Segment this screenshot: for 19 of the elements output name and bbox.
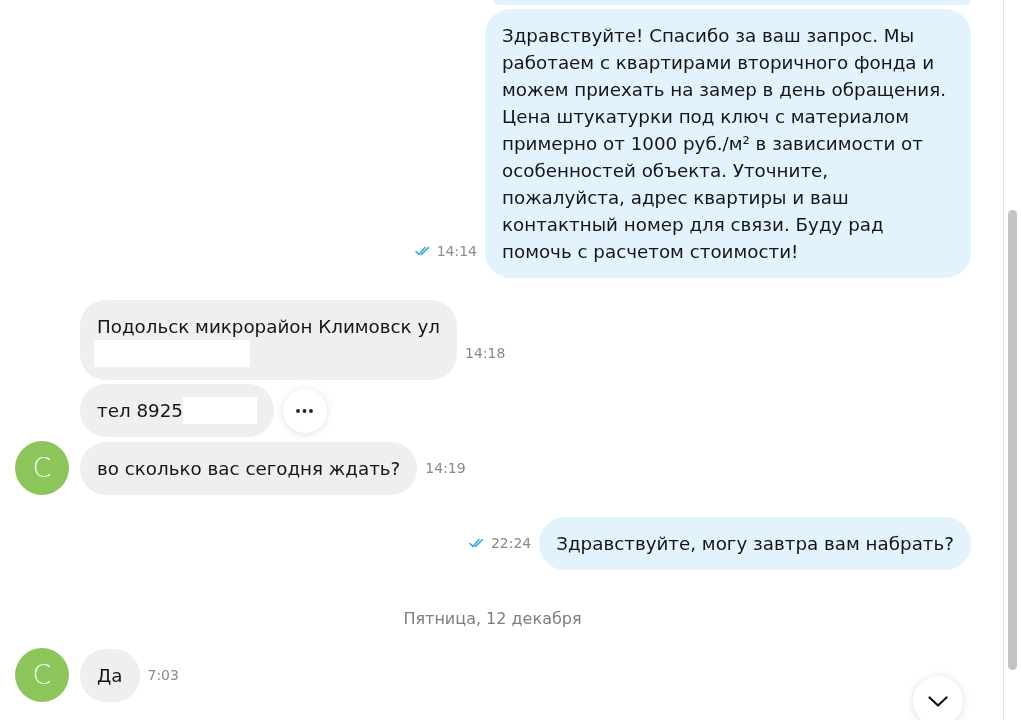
message-text: во сколько вас сегодня ждать? [97,458,401,479]
chevron-down-icon [928,695,948,707]
scroll-down-button[interactable] [913,676,963,720]
more-button[interactable] [282,388,327,433]
scrollbar-thumb[interactable] [1008,210,1017,670]
message-time: 14:19 [425,459,466,478]
message-text: Да [97,665,123,686]
message-text: Здравствуйте, могу завтра вам набрать? [556,533,954,554]
date-separator: Пятница, 12 декабря [403,608,582,630]
message-text: Подольск микрорайон Климовск ул [97,316,440,337]
message-time: 7:03 [147,666,179,685]
message-time: 22:24 [490,534,532,553]
more-icon [296,408,314,413]
message-text: Здравствуйте! Спасибо за ваш запрос. Мы работаем с квартирами вторичного фонда и можем приехать на замер в день обращения. Цена штукатурки под ключ с материалом примерно от 1000 руб./м² в зависимости от особенностей объекта. Уточните, пожалуйста, адрес квартиры и ваш контактный номер для связи. Буду рад помочь с расчетом стоимости! [502,25,946,262]
message-text: тел 8925 [97,400,183,421]
avatar: С [15,648,69,702]
message-time: 14:14 [436,242,477,261]
message-time: 14:18 [464,344,506,363]
avatar: С [15,441,69,495]
